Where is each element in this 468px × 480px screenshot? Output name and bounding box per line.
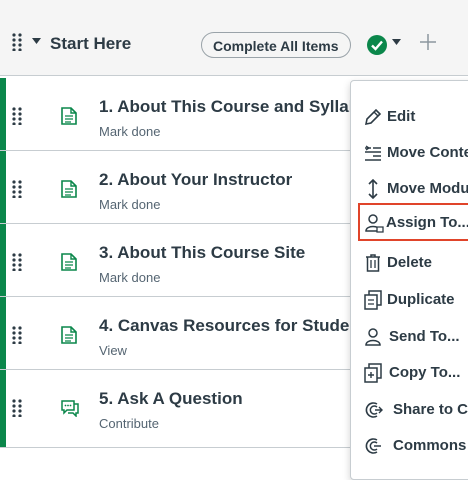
publish-options-caret-icon[interactable] xyxy=(392,39,401,46)
item-requirement[interactable]: View xyxy=(99,343,127,358)
move-vertical-icon xyxy=(368,179,378,199)
add-item-plus-icon[interactable] xyxy=(419,33,437,51)
assign-user-icon xyxy=(365,214,384,233)
menu-item-commons[interactable]: Commons xyxy=(359,430,468,460)
item-title[interactable]: 5. Ask A Question xyxy=(99,389,243,409)
module-actions-menu: Edit Move Conte Move Modu Assign To... D… xyxy=(350,80,468,480)
published-check-icon[interactable] xyxy=(367,35,387,55)
menu-item-duplicate[interactable]: Duplicate xyxy=(359,284,468,314)
module-title: Start Here xyxy=(50,34,132,53)
item-title[interactable]: 2. About Your Instructor xyxy=(99,170,292,190)
item-requirement[interactable]: Mark done xyxy=(99,197,160,212)
menu-item-share-to-commons[interactable]: Share to Co xyxy=(359,394,468,424)
page-icon xyxy=(61,253,77,271)
item-requirement[interactable]: Contribute xyxy=(99,416,159,431)
discussion-icon xyxy=(61,400,79,417)
item-requirement[interactable]: Mark done xyxy=(99,270,160,285)
drag-handle-icon[interactable] xyxy=(12,107,22,125)
commons-icon xyxy=(365,438,381,454)
page-icon xyxy=(61,180,77,198)
copy-to-icon xyxy=(364,363,382,383)
item-title[interactable]: 1. About This Course and Syllabu xyxy=(99,97,369,117)
drag-handle-icon[interactable] xyxy=(12,180,22,198)
item-title[interactable]: 3. About This Course Site xyxy=(99,243,305,263)
menu-item-delete[interactable]: Delete xyxy=(359,247,468,277)
menu-item-move-module[interactable]: Move Modu xyxy=(359,173,468,203)
share-icon xyxy=(365,402,383,418)
drag-handle-icon[interactable] xyxy=(12,253,22,271)
page-icon xyxy=(61,326,77,344)
item-title[interactable]: 4. Canvas Resources for Student xyxy=(99,316,365,336)
item-requirement[interactable]: Mark done xyxy=(99,124,160,139)
pencil-icon xyxy=(364,108,382,126)
trash-icon xyxy=(366,254,380,272)
collapse-caret-icon[interactable] xyxy=(32,38,41,45)
complete-all-items-button[interactable]: Complete All Items xyxy=(201,32,351,58)
menu-item-send-to[interactable]: Send To... xyxy=(359,321,468,351)
menu-item-edit[interactable]: Edit xyxy=(359,101,468,131)
page-icon xyxy=(61,107,77,125)
menu-item-copy-to[interactable]: Copy To... xyxy=(359,357,468,387)
drag-handle-icon[interactable] xyxy=(12,33,22,51)
drag-handle-icon[interactable] xyxy=(12,399,22,417)
menu-item-move-contents[interactable]: Move Conte xyxy=(359,137,468,167)
menu-item-assign-to[interactable]: Assign To... xyxy=(358,203,468,241)
module-header: Start Here Complete All Items xyxy=(0,0,468,76)
duplicate-icon xyxy=(364,290,382,310)
drag-handle-icon[interactable] xyxy=(12,326,22,344)
move-contents-icon xyxy=(365,145,381,161)
user-icon xyxy=(365,328,381,346)
